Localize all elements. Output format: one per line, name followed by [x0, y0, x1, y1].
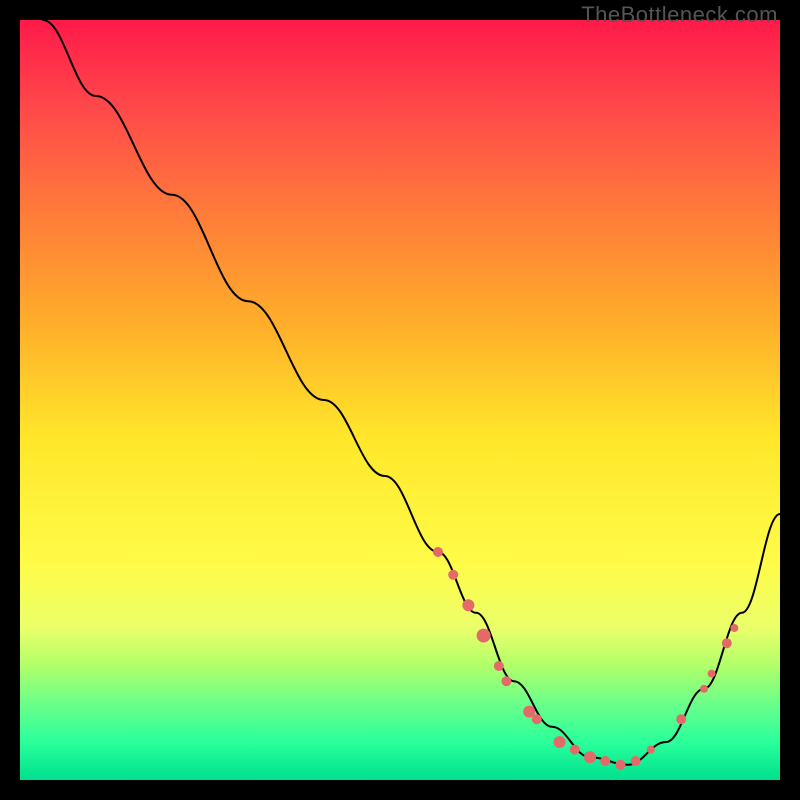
curve-marker: [570, 745, 580, 755]
curve-marker: [730, 624, 738, 632]
curve-marker: [532, 714, 542, 724]
curve-marker: [462, 599, 474, 611]
curve-marker: [494, 661, 504, 671]
curve-marker: [433, 547, 443, 557]
curve-marker: [708, 670, 716, 678]
curve-marker: [477, 629, 491, 643]
bottleneck-curve: [43, 20, 780, 765]
curve-marker: [700, 685, 708, 693]
curve-marker: [631, 756, 641, 766]
curve-marker: [501, 676, 511, 686]
curve-markers: [433, 547, 738, 770]
curve-marker: [676, 714, 686, 724]
curve-marker: [647, 746, 655, 754]
curve-marker: [584, 751, 596, 763]
curve-marker: [448, 570, 458, 580]
curve-marker: [615, 760, 625, 770]
curve-marker: [554, 736, 566, 748]
curve-marker: [600, 756, 610, 766]
chart-svg: [20, 20, 780, 780]
curve-marker: [722, 638, 732, 648]
